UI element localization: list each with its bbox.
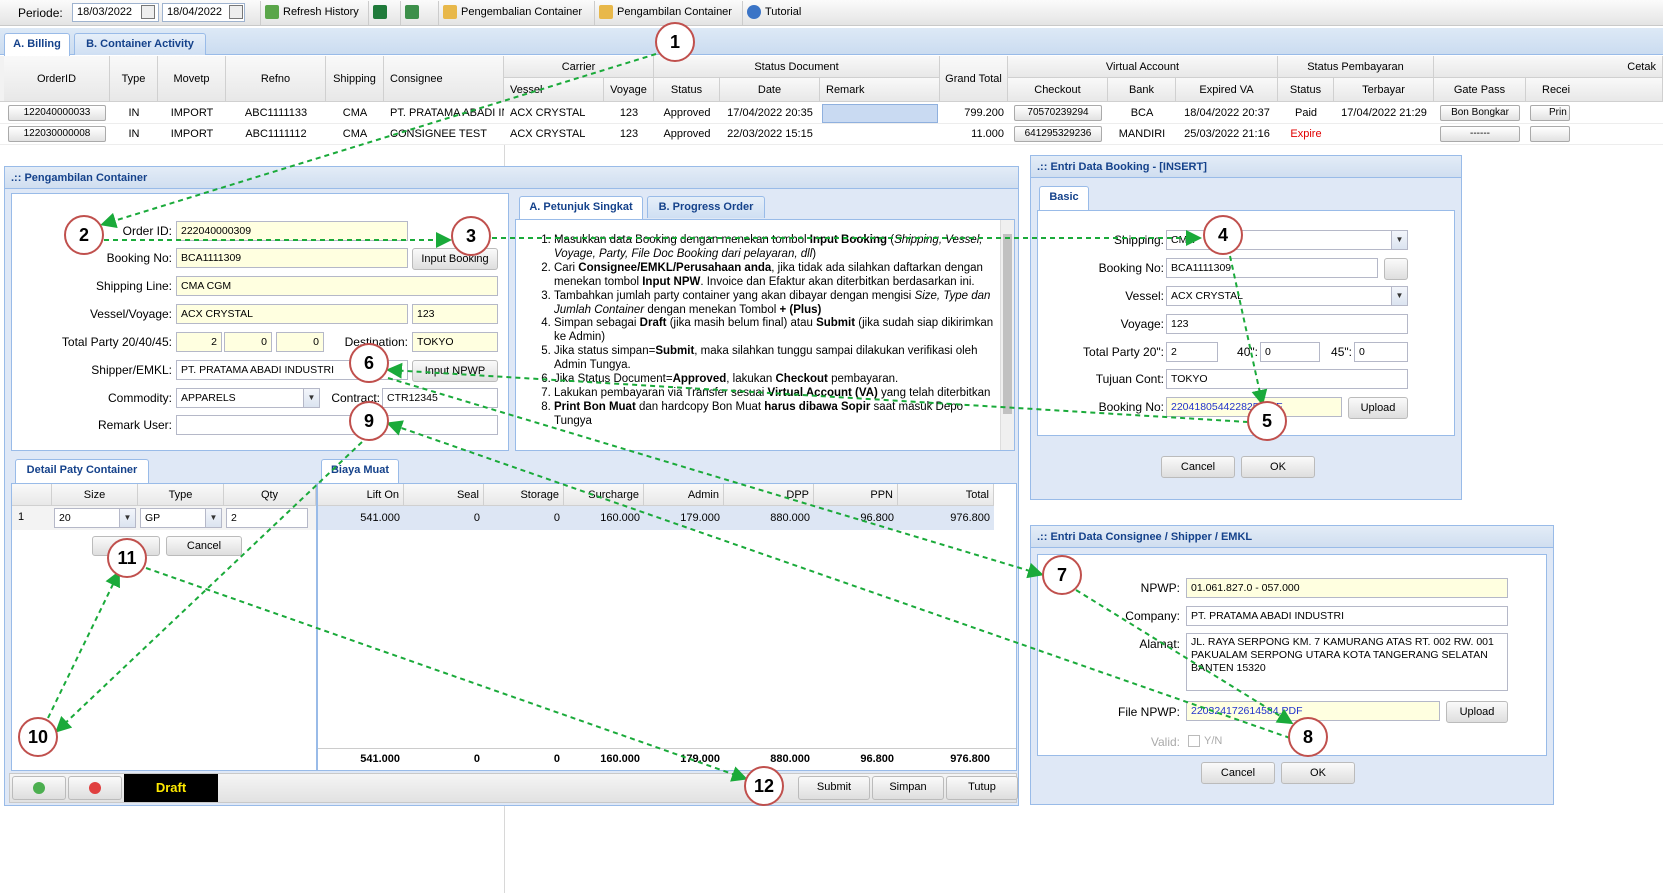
arrow-6-7: [387, 377, 1044, 579]
arrow-7-8: [1075, 589, 1294, 725]
callout-11: 11: [107, 538, 147, 578]
arrow-1-2: [100, 53, 657, 229]
callout-9: 9: [349, 401, 389, 441]
callout-5: 5: [1247, 401, 1287, 441]
arrow-10-11: [47, 570, 120, 719]
callout-8: 8: [1288, 717, 1328, 757]
callout-3: 3: [451, 216, 491, 256]
callout-10: 10: [18, 717, 58, 757]
callout-6: 6: [349, 343, 389, 383]
arrow-11-12: [145, 567, 748, 782]
callout-4: 4: [1203, 215, 1243, 255]
annotation-arrows: [47, 53, 1294, 782]
arrow-9-10: [55, 441, 363, 733]
arrow-8-9: [386, 420, 1291, 739]
arrow-5-6: [386, 362, 1249, 423]
callout-1: 1: [655, 22, 695, 62]
callout-2: 2: [64, 215, 104, 255]
callout-7: 7: [1042, 555, 1082, 595]
callout-12: 12: [744, 766, 784, 806]
arrow-4-5: [1229, 255, 1268, 406]
